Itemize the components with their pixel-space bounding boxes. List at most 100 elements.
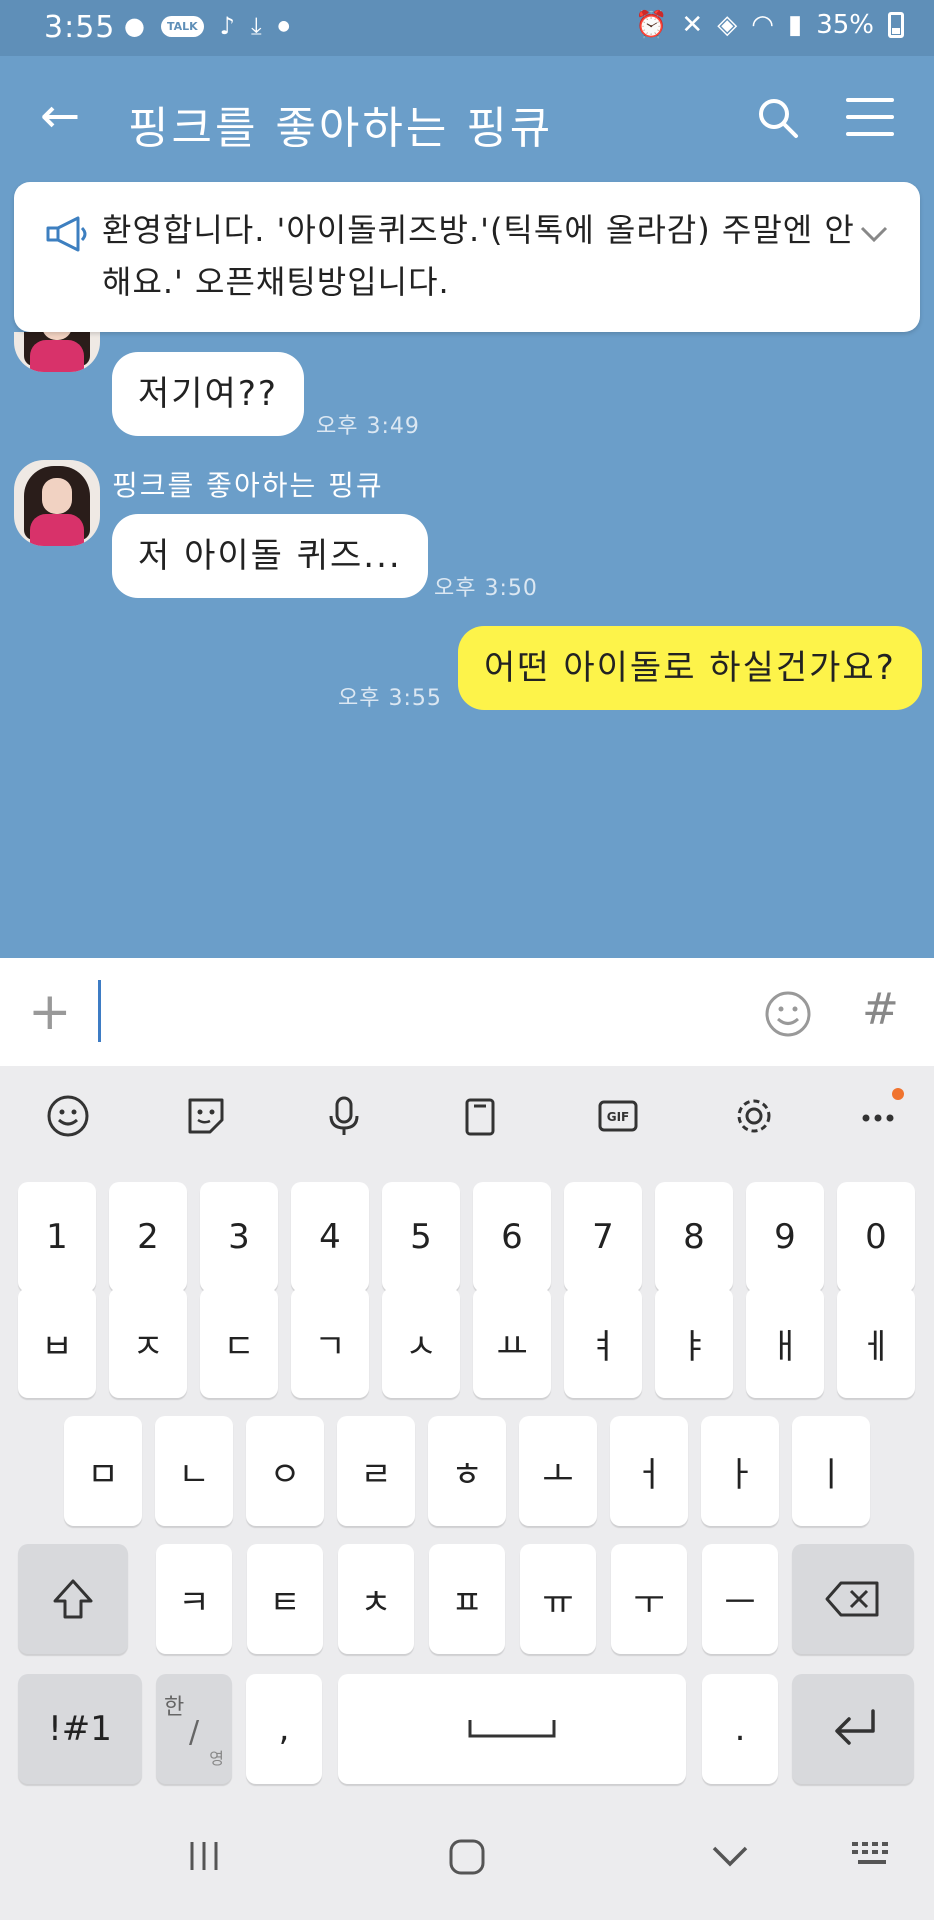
- comma-key[interactable]: ,: [246, 1674, 322, 1784]
- letter-key[interactable]: ㅎ: [428, 1416, 506, 1526]
- battery-percent: 35%: [816, 10, 874, 40]
- keyboard: !#1 한 / 영 , . 1234567890 ㅂㅈㄷㄱㅅㅛㅕㅑㅐㅔㅁㄴㅇㄹㅎㅗ…: [0, 1162, 934, 1798]
- more-dots-icon[interactable]: [856, 1094, 900, 1138]
- space-bar-icon: [468, 1720, 556, 1738]
- hamburger-menu-icon[interactable]: [846, 98, 894, 138]
- my-message-bubble[interactable]: 어떤 아이돌로 하실건가요?: [458, 626, 922, 710]
- letter-key[interactable]: ㅁ: [64, 1416, 142, 1526]
- gif-icon[interactable]: GIF: [596, 1094, 640, 1138]
- back-chevron-icon[interactable]: [710, 1838, 750, 1874]
- sender-name: 핑크를 좋아하는 핑큐: [112, 469, 384, 502]
- number-key[interactable]: 2: [109, 1182, 187, 1292]
- notice-text: 환영합니다. '아이돌퀴즈방.'(틱톡에 올라감) 주말엔 안해요.' 오픈채팅…: [102, 211, 855, 301]
- plus-icon[interactable]: +: [28, 986, 72, 1038]
- letter-key[interactable]: ㅓ: [610, 1416, 688, 1526]
- number-key[interactable]: 4: [291, 1182, 369, 1292]
- alarm-icon: ⏰: [635, 10, 668, 40]
- space-key[interactable]: [338, 1674, 686, 1784]
- home-icon[interactable]: [448, 1838, 486, 1876]
- chevron-down-icon[interactable]: [858, 218, 890, 250]
- number-key[interactable]: 6: [473, 1182, 551, 1292]
- status-bar: 3:55 ● TALK ♪ ⤓ ● ⏰ ✕ ◈ ◠ ▮ 35%: [0, 0, 934, 56]
- emoticon-icon[interactable]: [764, 990, 812, 1038]
- dot-icon: ●: [277, 18, 290, 34]
- symbols-key[interactable]: !#1: [18, 1674, 142, 1784]
- keyboard-toolbar: GIF: [0, 1066, 934, 1162]
- letter-key[interactable]: ㄷ: [200, 1288, 278, 1398]
- recent-apps-icon[interactable]: [186, 1838, 222, 1874]
- microphone-icon[interactable]: [322, 1094, 366, 1138]
- notice-banner[interactable]: 환영합니다. '아이돌퀴즈방.'(틱톡에 올라감) 주말엔 안해요.' 오픈채팅…: [14, 182, 920, 332]
- number-key[interactable]: 0: [837, 1182, 915, 1292]
- message-time: 오후 3:49: [316, 414, 420, 439]
- search-icon[interactable]: [756, 96, 800, 140]
- battery-icon: [888, 12, 904, 38]
- letter-key[interactable]: ㅜ: [611, 1544, 687, 1654]
- message-input-bar: + #: [0, 958, 934, 1066]
- back-arrow-icon[interactable]: ←: [40, 92, 80, 140]
- number-key[interactable]: 1: [18, 1182, 96, 1292]
- message-input[interactable]: [98, 980, 101, 1042]
- letter-key[interactable]: ㅗ: [519, 1416, 597, 1526]
- megaphone-icon: [46, 216, 87, 252]
- letter-key[interactable]: ㅂ: [18, 1288, 96, 1398]
- language-toggle-key[interactable]: 한 / 영: [156, 1674, 232, 1784]
- letter-key[interactable]: ㄹ: [337, 1416, 415, 1526]
- hash-icon[interactable]: #: [862, 988, 899, 1032]
- avatar[interactable]: [14, 332, 100, 372]
- tiktok-icon: ♪: [219, 12, 235, 40]
- letter-key[interactable]: ㄴ: [155, 1416, 233, 1526]
- number-key[interactable]: 7: [564, 1182, 642, 1292]
- number-key[interactable]: 8: [655, 1182, 733, 1292]
- letter-key[interactable]: ㅋ: [156, 1544, 232, 1654]
- shift-key[interactable]: [18, 1544, 128, 1654]
- letter-key[interactable]: ㄱ: [291, 1288, 369, 1398]
- wifi-icon: ◠: [751, 10, 774, 40]
- letter-key[interactable]: ㅡ: [702, 1544, 778, 1654]
- backspace-key[interactable]: [792, 1544, 914, 1654]
- settings-gear-icon[interactable]: [732, 1094, 776, 1138]
- period-key[interactable]: .: [702, 1674, 778, 1784]
- letter-key[interactable]: ㅔ: [837, 1288, 915, 1398]
- letter-key[interactable]: ㅐ: [746, 1288, 824, 1398]
- letter-key[interactable]: ㅕ: [564, 1288, 642, 1398]
- message-time: 오후 3:55: [338, 686, 442, 711]
- chat-header: ← 핑크를 좋아하는 핑큐: [0, 56, 934, 182]
- letter-key[interactable]: ㅅ: [382, 1288, 460, 1398]
- letter-key[interactable]: ㅑ: [655, 1288, 733, 1398]
- letter-key[interactable]: ㅠ: [520, 1544, 596, 1654]
- number-key[interactable]: 5: [382, 1182, 460, 1292]
- chat-title: 핑크를 좋아하는 핑큐: [128, 103, 554, 154]
- status-time: 3:55: [44, 10, 116, 45]
- letter-key[interactable]: ㅈ: [109, 1288, 187, 1398]
- data-saver-icon: ◈: [717, 10, 738, 40]
- letter-key[interactable]: ㅊ: [338, 1544, 414, 1654]
- letter-key[interactable]: ㅛ: [473, 1288, 551, 1398]
- svg-text:GIF: GIF: [607, 1110, 630, 1124]
- letter-key[interactable]: ㅌ: [247, 1544, 323, 1654]
- system-status-icons: ⏰ ✕ ◈ ◠ ▮ 35%: [635, 10, 904, 40]
- lang-korean: 한: [164, 1695, 185, 1720]
- notification-icons: ● TALK ♪ ⤓ ●: [124, 12, 290, 40]
- mute-icon: ✕: [681, 10, 704, 40]
- avatar[interactable]: [14, 460, 100, 546]
- letter-key[interactable]: ㅣ: [792, 1416, 870, 1526]
- message-bubble[interactable]: 저 아이돌 퀴즈...: [112, 514, 428, 598]
- lang-english: 영: [209, 1749, 224, 1768]
- clipboard-icon[interactable]: [458, 1094, 502, 1138]
- system-navigation-bar: [0, 1798, 934, 1920]
- emoji-icon[interactable]: [46, 1094, 90, 1138]
- keyboard-hide-icon[interactable]: [850, 1838, 896, 1874]
- message-bubble[interactable]: 저기여??: [112, 352, 304, 436]
- letter-key[interactable]: ㅏ: [701, 1416, 779, 1526]
- backspace-icon: [825, 1581, 879, 1617]
- number-key[interactable]: 3: [200, 1182, 278, 1292]
- signal-icon: ▮: [787, 10, 803, 40]
- message-time: 오후 3:50: [434, 576, 538, 601]
- number-key[interactable]: 9: [746, 1182, 824, 1292]
- letter-key[interactable]: ㅍ: [429, 1544, 505, 1654]
- enter-arrow-icon: [835, 1709, 875, 1745]
- sticker-icon[interactable]: [184, 1094, 228, 1138]
- enter-key[interactable]: [792, 1674, 914, 1784]
- letter-key[interactable]: ㅇ: [246, 1416, 324, 1526]
